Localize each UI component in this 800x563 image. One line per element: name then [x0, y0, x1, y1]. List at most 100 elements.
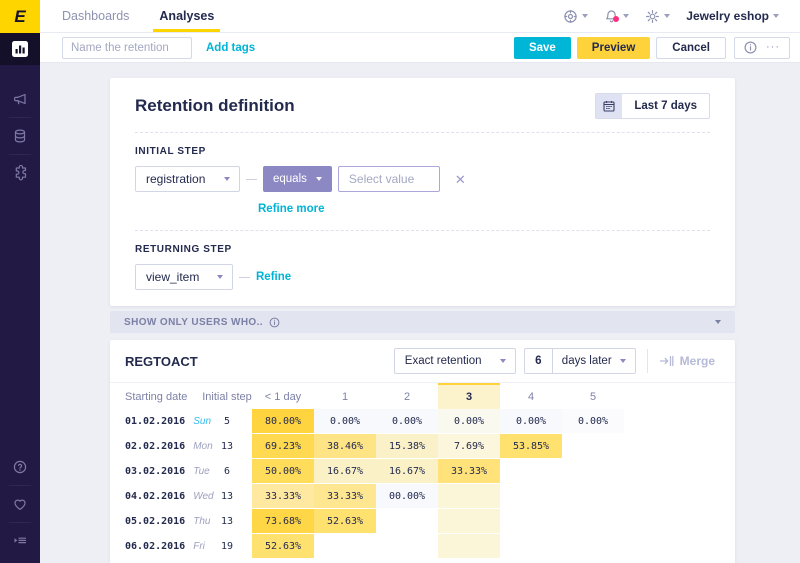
days-unit-select[interactable]: days later	[553, 349, 635, 373]
table-row: 06.02.2016 Fri 19 52.63%	[110, 534, 735, 559]
date-range-button[interactable]: Last 7 days	[595, 93, 710, 119]
row-filler	[624, 534, 735, 559]
preview-button[interactable]: Preview	[576, 36, 651, 59]
sidebar-item-analytics[interactable]	[0, 33, 40, 65]
tab-analyses[interactable]: Analyses	[153, 0, 221, 32]
retention-value-cell[interactable]: 69.23%	[252, 434, 314, 459]
retention-value-cell[interactable]: 16.67%	[314, 459, 376, 484]
property-value-input[interactable]	[337, 166, 440, 192]
support-menu[interactable]	[556, 9, 595, 24]
retention-value-cell[interactable]: 00.00%	[376, 484, 438, 509]
days-unit-value: days later	[561, 355, 612, 367]
retention-value-cell	[438, 484, 500, 509]
megaphone-icon	[14, 93, 26, 105]
returning-step-label: RETURNING STEP	[135, 244, 232, 255]
sidebar-item-integrations[interactable]	[0, 155, 40, 191]
retention-value-cell	[376, 534, 438, 559]
table-row: 03.02.2016 Tue 6 50.00% 16.67% 16.67% 33.33%	[110, 459, 735, 484]
returning-event-select[interactable]: view_item	[135, 264, 233, 290]
merge-label: Merge	[679, 354, 715, 368]
calendar-icon	[603, 101, 615, 112]
analysis-name-input[interactable]	[62, 36, 192, 59]
connector-dash	[246, 178, 257, 180]
tab-dashboards[interactable]: Dashboards	[62, 0, 129, 32]
retention-value-cell	[500, 459, 562, 484]
table-row: 02.02.2016 Mon 13 69.23% 38.46% 15.38% 7.69% 53…	[110, 434, 735, 459]
tab-dashboards-label: Dashboards	[62, 9, 130, 23]
info-icon[interactable]	[744, 41, 757, 54]
retention-value-cell[interactable]: 0.00%	[314, 409, 376, 434]
retention-value-cell[interactable]: 0.00%	[500, 409, 562, 434]
show-only-users-bar[interactable]: SHOW ONLY USERS WHO..	[110, 311, 735, 333]
row-filler	[624, 509, 735, 534]
retention-mode-select[interactable]: Exact retention	[393, 348, 516, 374]
retention-value-cell[interactable]: 0.00%	[438, 409, 500, 434]
col-header-day-5[interactable]: 5	[562, 383, 624, 409]
operator-select[interactable]: equals	[263, 166, 332, 192]
initial-step-cell: 19	[220, 541, 234, 552]
retention-value-cell[interactable]: 80.00%	[252, 409, 314, 434]
initial-event-select[interactable]: registration	[135, 166, 240, 192]
retention-value-cell	[438, 534, 500, 559]
project-switcher[interactable]: Jewelry eshop	[679, 9, 786, 23]
notifications-menu[interactable]	[597, 9, 636, 24]
col-header-day-2[interactable]: 2	[376, 383, 438, 409]
remove-filter-icon[interactable]: ✕	[455, 173, 466, 186]
retention-value-cell[interactable]: 15.38%	[376, 434, 438, 459]
more-options-icon[interactable]: ···	[766, 42, 780, 53]
retention-value-cell[interactable]: 73.68%	[252, 509, 314, 534]
initial-step-cell: 6	[223, 466, 231, 477]
merge-button[interactable]: Merge	[659, 354, 715, 368]
refine-more-link[interactable]: Refine more	[258, 203, 324, 215]
col-header-day-4[interactable]: 4	[500, 383, 562, 409]
initial-step-cell: 5	[223, 416, 231, 427]
sidebar-item-help[interactable]	[0, 449, 40, 485]
col-header-day-1[interactable]: 1	[314, 383, 376, 409]
starting-date-cell: 01.02.2016 Sun	[110, 409, 211, 434]
heart-icon	[14, 499, 26, 510]
chevron-down-icon	[623, 14, 630, 18]
connector-dash	[239, 276, 250, 278]
retention-value-cell[interactable]: 53.85%	[500, 434, 562, 459]
database-icon	[14, 129, 26, 143]
add-tags-link[interactable]: Add tags	[206, 42, 255, 54]
collapse-menu-icon	[14, 537, 27, 544]
days-value-input[interactable]: 6	[525, 349, 553, 373]
controls-divider	[646, 349, 648, 373]
tab-analyses-label: Analyses	[159, 9, 215, 23]
sidebar-item-data[interactable]	[0, 118, 40, 154]
cancel-button[interactable]: Cancel	[656, 36, 726, 59]
retention-value-cell[interactable]: 33.33%	[252, 484, 314, 509]
chevron-down-icon	[619, 359, 626, 363]
retention-value-cell[interactable]: 33.33%	[438, 459, 500, 484]
sidebar-item-collapse[interactable]	[0, 523, 40, 559]
retention-value-cell[interactable]: 38.46%	[314, 434, 376, 459]
retention-value-cell	[376, 509, 438, 534]
chevron-down-icon	[315, 177, 322, 181]
chevron-down-icon	[715, 320, 721, 324]
info-icon	[269, 317, 280, 327]
save-button[interactable]: Save	[513, 36, 571, 59]
col-header-day-3-selected[interactable]: 3	[438, 383, 500, 409]
retention-value-cell[interactable]: 50.00%	[252, 459, 314, 484]
refine-link[interactable]: Refine	[256, 271, 291, 283]
brand-logo-letter: E	[14, 6, 26, 26]
retention-value-cell[interactable]: 52.63%	[314, 509, 376, 534]
retention-value-cell[interactable]: 0.00%	[376, 409, 438, 434]
retention-value-cell[interactable]: 52.63%	[252, 534, 314, 559]
retention-value-cell[interactable]: 16.67%	[376, 459, 438, 484]
sidebar-item-favorites[interactable]	[0, 486, 40, 522]
retention-value-cell[interactable]: 7.69%	[438, 434, 500, 459]
chevron-down-icon	[582, 14, 589, 18]
settings-menu[interactable]	[638, 9, 677, 24]
retention-controls: Exact retention 6 days later Merge	[393, 348, 715, 374]
main-nav-tabs: Dashboards Analyses	[62, 0, 221, 32]
retention-value-cell[interactable]: 0.00%	[562, 409, 624, 434]
col-header-lt-1-day[interactable]: < 1 day	[252, 383, 314, 409]
brand-logo[interactable]: E	[0, 0, 40, 33]
sidebar-item-campaigns[interactable]	[0, 81, 40, 117]
retention-value-cell	[562, 459, 624, 484]
retention-value-cell[interactable]: 33.33%	[314, 484, 376, 509]
date-label: 05.02.2016	[125, 516, 186, 527]
